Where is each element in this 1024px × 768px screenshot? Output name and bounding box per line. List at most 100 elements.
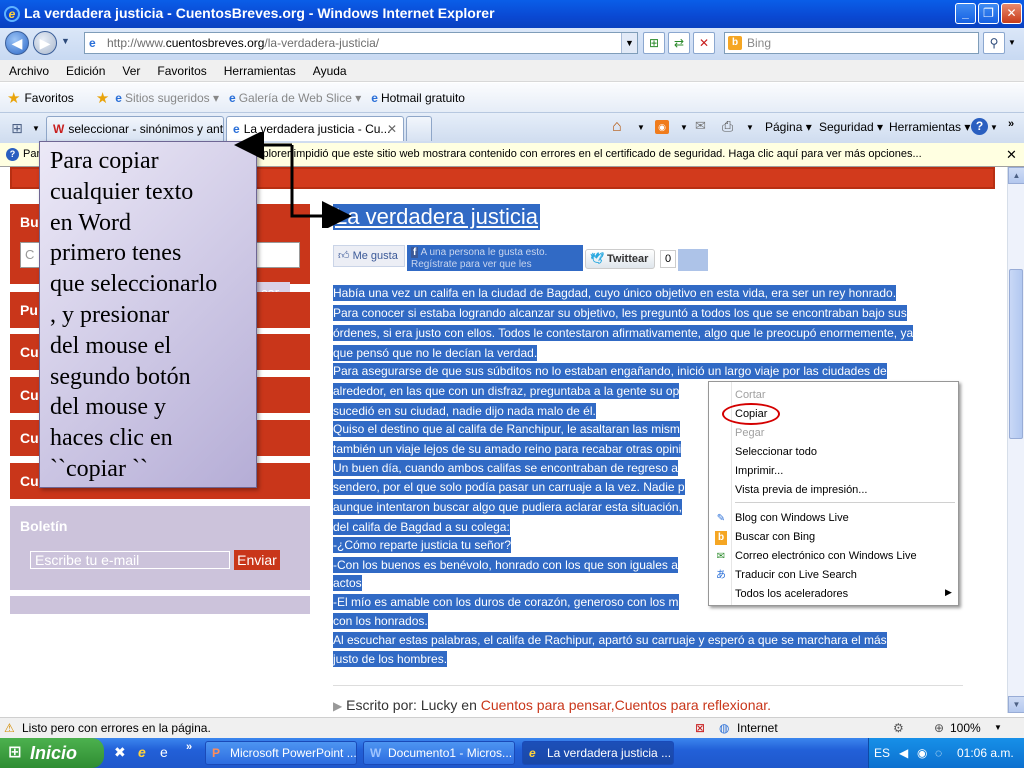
tray-icon-network[interactable]: ◉ [917,738,927,768]
zoom-dropdown-icon[interactable]: ▼ [994,718,1002,738]
menu-archivo[interactable]: Archivo [9,64,49,78]
tray-icon-volume[interactable]: ◌ [935,738,942,768]
article-line[interactable]: también un viaje lejos de su amado reino… [333,441,682,457]
feeds-dropdown-icon[interactable]: ▼ [680,123,688,132]
tweet-button[interactable]: 🕊︎ Twittear [585,249,655,269]
scroll-down-button[interactable]: ▼ [1008,696,1024,713]
menu-item-cortar[interactable]: Cortar [735,389,766,401]
minimize-button[interactable]: _ [955,3,976,24]
tools-menu-button[interactable]: Herramientas ▾ [889,120,970,134]
article-line[interactable]: órdenes, si era justo con ellos. Todos l… [333,325,914,341]
language-indicator[interactable]: ES [874,738,890,768]
tab-list-icon[interactable]: ▼ [32,124,40,133]
quicklaunch-overflow-icon[interactable]: » [186,741,192,753]
address-dropdown-icon[interactable]: ▼ [621,33,637,53]
article-line[interactable]: con los honrados. [333,613,428,629]
menu-item-correo[interactable]: Correo electrónico con Windows Live [735,550,917,562]
zoom-level[interactable]: 100% [950,718,981,738]
vertical-scrollbar[interactable]: ▲ ▼ [1007,167,1024,713]
quicklaunch-icon-1[interactable]: ✖ [114,744,126,761]
menu-herramientas[interactable]: Herramientas [224,64,296,78]
close-window-button[interactable]: ✕ [1001,3,1022,24]
tab-sinonimos[interactable]: Wseleccionar - sinónimos y ant... [46,116,224,141]
back-button[interactable]: ◀ [5,31,29,55]
popup-blocked-icon[interactable]: ⊠ [695,718,705,738]
article-line[interactable]: alrededor, en las que con un disfraz, pr… [333,383,680,399]
search-icon[interactable]: ⚲ [983,32,1005,54]
article-line[interactable]: actos [333,575,362,591]
menu-edicion[interactable]: Edición [66,64,105,78]
scroll-up-button[interactable]: ▲ [1008,167,1024,184]
article-line[interactable]: justo de los hombres. [333,651,448,667]
menu-item-aceleradores[interactable]: Todos los aceleradores [735,588,848,600]
task-powerpoint[interactable]: P Microsoft PowerPoint ... [205,741,357,765]
menu-item-vista-previa[interactable]: Vista previa de impresión... [735,484,867,496]
help-dropdown-icon[interactable]: ▼ [990,123,998,132]
stop-icon[interactable]: ✕ [693,32,715,54]
print-icon[interactable]: ⎙ [722,118,733,135]
mail-icon[interactable]: ✉ [695,118,706,134]
compatibility-view-icon[interactable]: ⊞ [643,32,665,54]
article-title[interactable]: La verdadera justicia [333,204,541,230]
forward-button[interactable]: ▶ [33,31,57,55]
menu-item-blog[interactable]: Blog con Windows Live [735,512,849,524]
favorite-web-slice-gallery[interactable]: Galería de Web Slice ▾ [239,91,362,105]
menu-item-seleccionar-todo[interactable]: Seleccionar todo [735,446,817,458]
menu-item-imprimir[interactable]: Imprimir... [735,465,783,477]
menu-item-pegar[interactable]: Pegar [735,427,764,439]
toolbar-overflow-icon[interactable]: » [1008,118,1014,130]
article-line[interactable]: Había una vez un califa en la ciudad de … [333,285,897,301]
article-line[interactable]: -Con los buenos es benévolo, honrado con… [333,557,678,573]
restore-button[interactable]: ❐ [978,3,999,24]
new-tab-button[interactable] [406,116,432,141]
footer-category-links[interactable]: Cuentos para pensar,Cuentos para reflexi… [481,697,771,713]
article-line[interactable]: Para conocer si estaba logrando alcanzar… [333,305,907,321]
address-input[interactable]: e http://www.cuentosbreves.org/la-verdad… [84,32,638,54]
article-line[interactable]: Quiso el destino que al califa de Ranchi… [333,421,680,437]
article-line[interactable]: Un buen día, cuando ambos califas se enc… [333,460,678,476]
article-line[interactable]: Para asegurarse de que sus súbditos no l… [333,363,887,379]
menu-item-buscar-bing[interactable]: Buscar con Bing [735,531,815,543]
scroll-thumb[interactable] [1009,269,1023,439]
task-word[interactable]: W Documento1 - Micros... [363,741,515,765]
quicklaunch-ie-icon[interactable]: e [138,744,146,760]
quick-tabs-icon[interactable]: ⊞ [6,120,28,138]
article-line[interactable]: aunque intentaron buscar algo que pudier… [333,499,682,515]
security-menu-button[interactable]: Seguridad ▾ [819,120,883,134]
menu-item-traducir[interactable]: Traducir con Live Search [735,569,857,581]
newsletter-send-button[interactable]: Enviar [234,550,280,570]
window-title-bar[interactable]: e La verdadera justicia - CuentosBreves.… [0,0,1024,28]
tab-close-icon[interactable]: ✕ [387,117,397,141]
favorite-hotmail[interactable]: Hotmail gratuito [381,91,465,105]
task-ie[interactable]: e La verdadera justicia ... [522,741,674,765]
tray-expand-icon[interactable]: ◀ [899,738,908,768]
add-favorites-icon[interactable]: ★ [96,89,109,107]
newsletter-email-input[interactable]: Escribe tu e-mail [30,551,230,569]
help-icon[interactable]: ? [971,118,988,135]
article-line[interactable]: -El mío es amable con los duros de coraz… [333,594,679,610]
facebook-like-button[interactable]: 👍︎ Me gusta [333,245,405,267]
menu-favoritos[interactable]: Favoritos [157,64,206,78]
article-line[interactable]: que pensó que no le decían la verdad. [333,345,538,361]
article-line[interactable]: -¿Cómo reparte justicia tu señor? [333,537,512,553]
article-line[interactable]: sendero, por el que solo podía pasar un … [333,479,685,495]
search-input[interactable]: b Bing [724,32,979,54]
clock[interactable]: 01:06 a.m. [957,738,1014,768]
quicklaunch-icon-3[interactable]: e [160,744,168,760]
infobar-close-icon[interactable]: ✕ [1006,143,1017,166]
favorites-button[interactable]: Favoritos [24,91,73,105]
search-options-icon[interactable]: ▼ [1008,38,1016,47]
refresh-icon[interactable]: ⇄ [668,32,690,54]
start-button[interactable]: ⊞ Inicio [0,738,104,768]
menu-ver[interactable]: Ver [122,64,140,78]
article-line[interactable]: del califa de Bagdad a su colega: [333,519,510,535]
article-line[interactable]: Al escuchar estas palabras, el califa de… [333,632,887,648]
feeds-icon[interactable]: ◉ [655,120,669,134]
home-icon[interactable]: ⌂ [612,118,622,136]
favorite-suggested-sites[interactable]: Sitios sugeridos ▾ [125,91,219,105]
print-dropdown-icon[interactable]: ▼ [746,123,754,132]
home-dropdown-icon[interactable]: ▼ [637,123,645,132]
menu-ayuda[interactable]: Ayuda [313,64,347,78]
protected-mode-icon[interactable]: ⚙ [893,718,904,738]
history-dropdown-icon[interactable]: ▼ [61,36,70,46]
